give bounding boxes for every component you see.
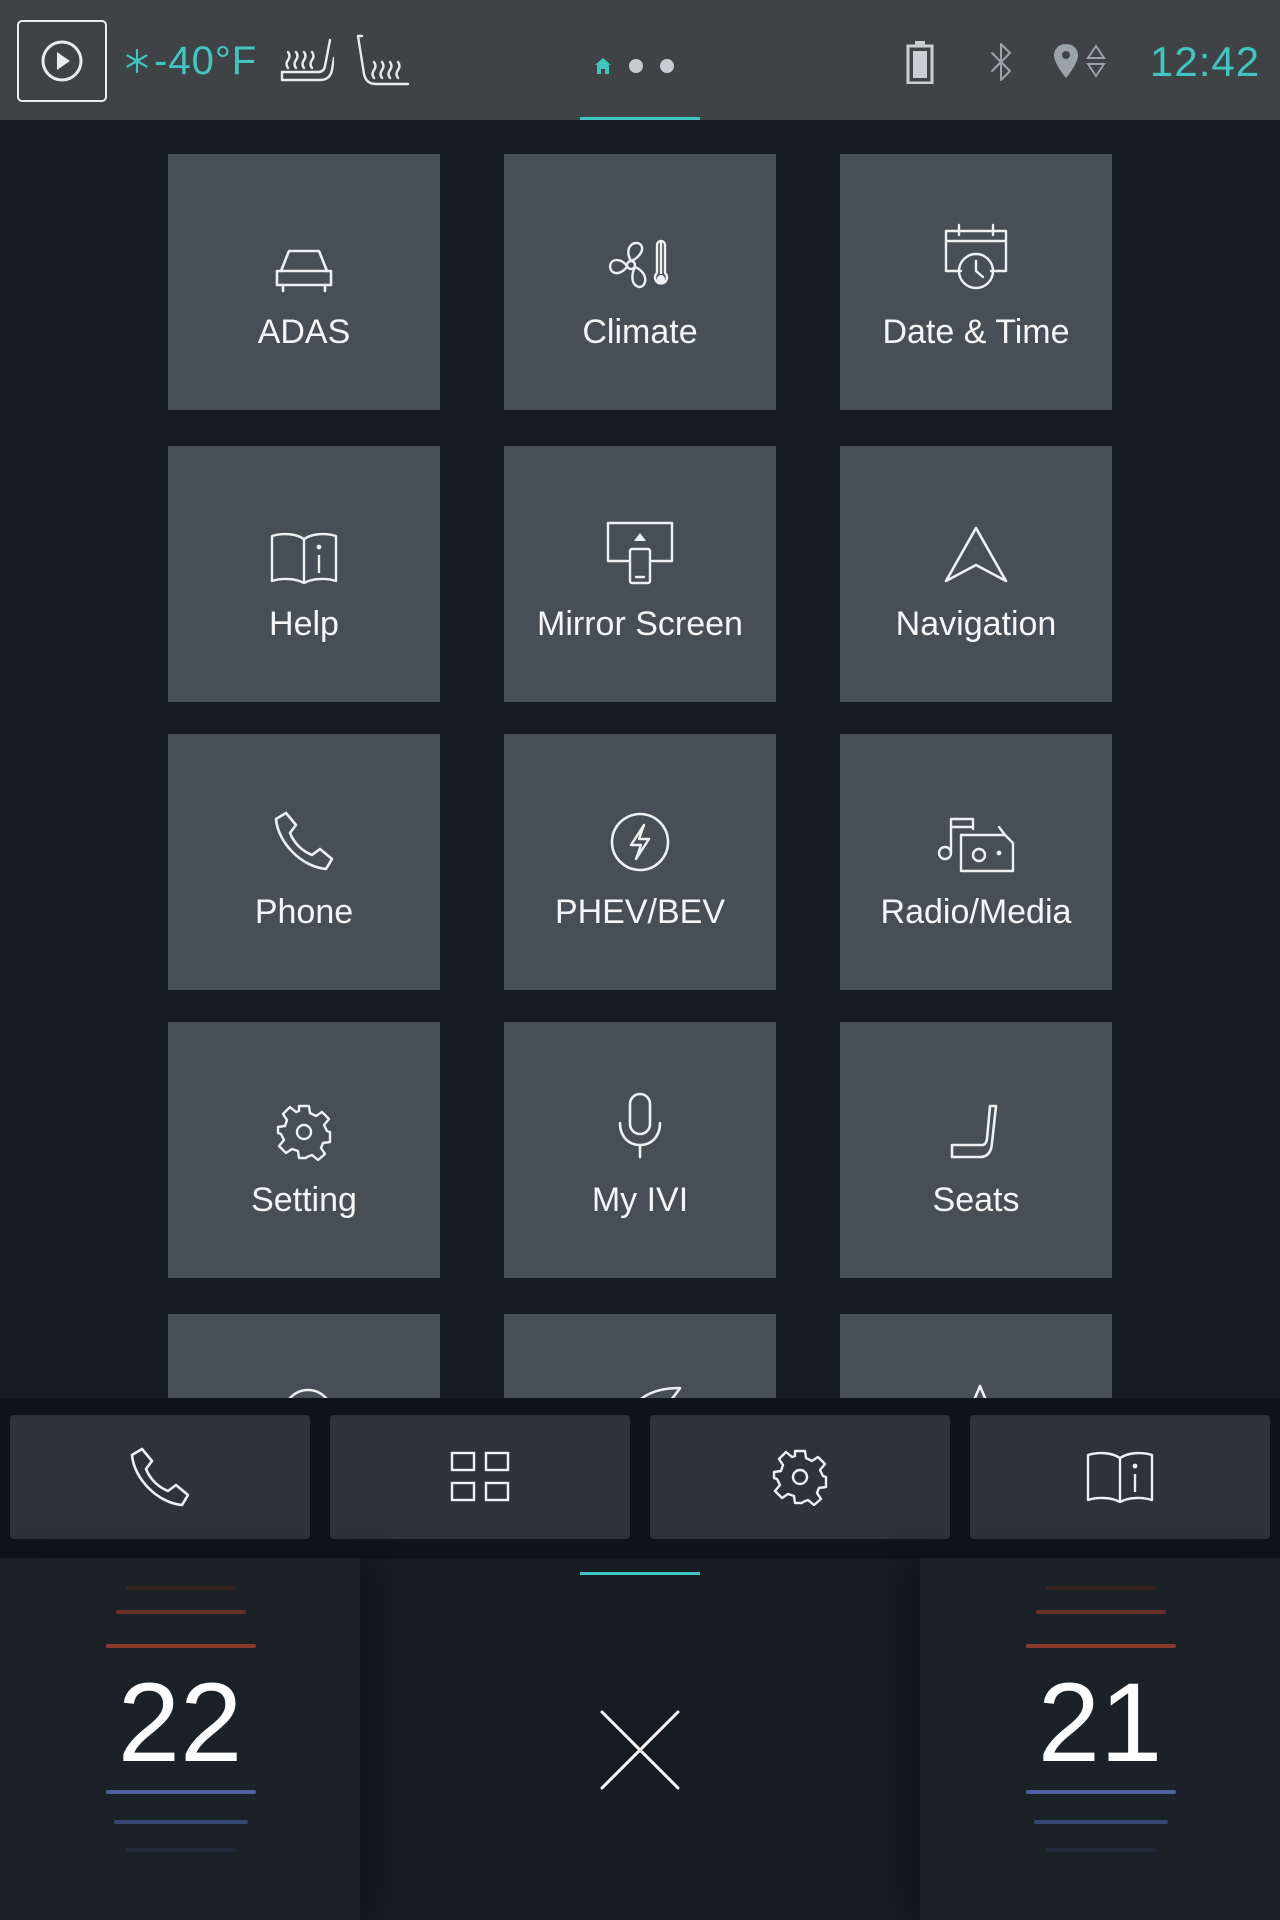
- tile-help[interactable]: Help: [168, 446, 440, 702]
- microphone-icon: [618, 1092, 662, 1158]
- tile-date-time[interactable]: Date & Time: [840, 154, 1112, 410]
- seat-icon: [950, 1104, 998, 1158]
- tile-label: Navigation: [895, 604, 1057, 643]
- tile-label: Help: [269, 604, 339, 643]
- manual-info-icon: [270, 532, 338, 584]
- fan-thermometer-icon: [608, 239, 669, 288]
- clock: 12:42: [1150, 38, 1261, 85]
- snowflake-icon: [126, 48, 148, 74]
- navigation-arrow-icon: [944, 526, 1008, 582]
- tile-climate[interactable]: Climate: [504, 154, 776, 410]
- tile-partial[interactable]: [168, 1314, 440, 1398]
- calendar-clock-icon: [944, 223, 1008, 289]
- car-icon: [275, 249, 333, 292]
- cool-level-line: [106, 1790, 256, 1794]
- partial-tile-icon: [288, 1388, 328, 1398]
- battery-icon: [906, 41, 934, 84]
- dock-phone-button[interactable]: [10, 1415, 310, 1539]
- tile-label: Setting: [251, 1180, 357, 1219]
- heat-level-line: [126, 1586, 236, 1590]
- dock-manual-button[interactable]: [970, 1415, 1270, 1539]
- cool-level-line: [126, 1848, 236, 1852]
- dock-settings-button[interactable]: [650, 1415, 950, 1539]
- cool-level-line: [1046, 1848, 1156, 1852]
- tile-partial[interactable]: [840, 1314, 1112, 1398]
- gps-icon: [1054, 44, 1106, 78]
- passenger-temp-value: 21: [1037, 1660, 1163, 1785]
- tile-phone[interactable]: Phone: [168, 734, 440, 990]
- tile-adas[interactable]: ADAS: [168, 154, 440, 410]
- heat-level-line: [1046, 1586, 1156, 1590]
- active-section-underline: [580, 1572, 700, 1575]
- bluetooth-icon: [991, 43, 1011, 81]
- seat-ventilation-icon[interactable]: [356, 34, 412, 90]
- tile-label: ADAS: [257, 312, 351, 351]
- lightning-icon: [610, 812, 670, 871]
- heat-level-line: [1026, 1644, 1176, 1648]
- tile-seats[interactable]: Seats: [840, 1022, 1112, 1278]
- tile-navigation[interactable]: Navigation: [840, 446, 1112, 702]
- shortcut-dock: [0, 1398, 1280, 1558]
- tile-my-ivi[interactable]: My IVI: [504, 1022, 776, 1278]
- apps-grid-icon: [450, 1451, 510, 1502]
- tile-partial[interactable]: [504, 1314, 776, 1398]
- cool-level-line: [114, 1820, 248, 1824]
- cool-level-line: [1026, 1790, 1176, 1794]
- outside-temperature: -40°F: [124, 38, 257, 84]
- page-indicator[interactable]: [594, 54, 674, 78]
- tile-label: Date & Time: [882, 312, 1070, 351]
- tile-label: Mirror Screen: [537, 604, 743, 643]
- gear-icon: [276, 1104, 332, 1161]
- passenger-temp-zone[interactable]: 21: [920, 1558, 1280, 1920]
- radio-music-icon: [937, 817, 1015, 872]
- heat-level-line: [116, 1610, 246, 1614]
- driver-temp-value: 22: [117, 1660, 243, 1785]
- media-play-icon: [41, 40, 83, 82]
- cool-level-line: [1034, 1820, 1168, 1824]
- tile-setting[interactable]: Setting: [168, 1022, 440, 1278]
- tile-label: PHEV/BEV: [554, 892, 726, 931]
- seat-heater-icon[interactable]: [278, 34, 334, 90]
- home-icon: [595, 58, 611, 74]
- tile-label: Seats: [932, 1180, 1020, 1219]
- gear-icon: [772, 1449, 828, 1506]
- phone-icon: [130, 1447, 190, 1507]
- partial-tile-icon: [973, 1384, 987, 1398]
- status-bar: -40°F 12:42: [0, 0, 1280, 120]
- tile-phev-bev[interactable]: PHEV/BEV: [504, 734, 776, 990]
- dock-apps-button[interactable]: [330, 1415, 630, 1539]
- leaf-icon: [640, 1386, 682, 1398]
- page-dot[interactable]: [629, 59, 643, 73]
- driver-temp-zone[interactable]: 22: [0, 1558, 360, 1920]
- heat-level-line: [1036, 1610, 1166, 1614]
- tile-label: Radio/Media: [880, 892, 1072, 931]
- media-button[interactable]: [17, 20, 107, 102]
- heat-level-line: [106, 1644, 256, 1648]
- app-grid[interactable]: ADAS Climate Date & Time Help Mirror Scr…: [0, 120, 1280, 1398]
- tile-label: Climate: [582, 312, 698, 351]
- tile-radio-media[interactable]: Radio/Media: [840, 734, 1112, 990]
- mirror-screen-icon: [606, 521, 674, 584]
- page-dot[interactable]: [660, 59, 674, 73]
- manual-info-icon: [1086, 1451, 1154, 1504]
- tile-label: My IVI: [591, 1180, 689, 1219]
- close-icon[interactable]: [600, 1710, 680, 1790]
- phone-icon: [274, 811, 334, 870]
- tile-label: Phone: [254, 892, 354, 931]
- outside-temp-value: -40°F: [154, 38, 258, 83]
- tile-mirror-screen[interactable]: Mirror Screen: [504, 446, 776, 702]
